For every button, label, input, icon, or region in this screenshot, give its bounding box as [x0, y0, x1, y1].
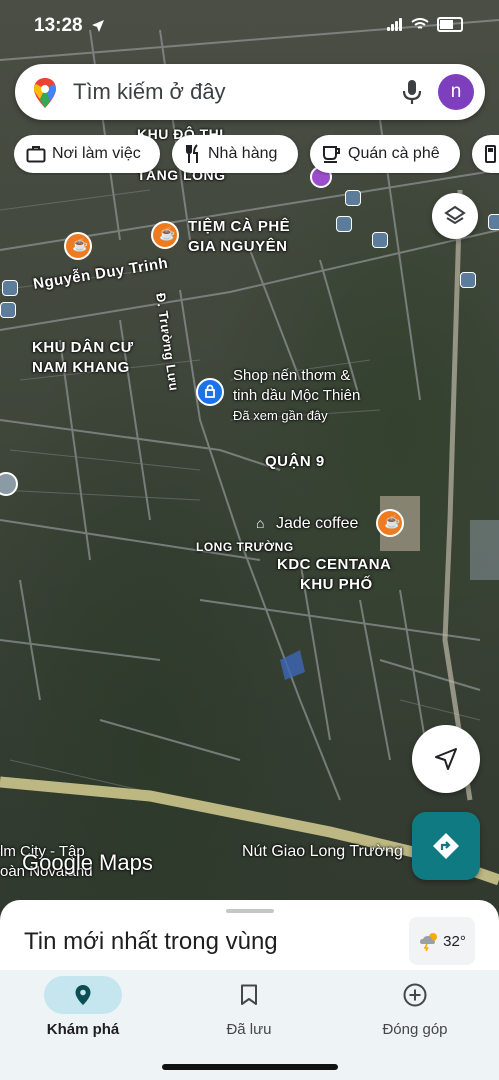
map-label-jade-coffee[interactable]: Jade coffee	[276, 514, 358, 534]
chip-label: Nhà hàng	[208, 145, 278, 162]
thunderstorm-icon	[420, 933, 438, 951]
account-avatar[interactable]: n	[438, 74, 474, 110]
bus-stop-icon[interactable]	[2, 280, 18, 296]
my-location-button[interactable]	[412, 725, 480, 793]
weather-chip[interactable]: 32°	[409, 917, 475, 965]
map-label-nam-khang: NAM KHANG	[32, 359, 130, 376]
add-circle-icon	[403, 983, 427, 1007]
layers-icon	[444, 205, 466, 225]
map-label-long-truong: LONG TRƯỜNG	[196, 540, 294, 554]
home-indicator[interactable]	[162, 1064, 338, 1070]
sheet-title: Tin mới nhất trong vùng	[24, 928, 278, 955]
category-chips: Nơi làm việc Nhà hàng Quán cà phê	[14, 135, 499, 175]
cafe-outline-icon: ⌂	[256, 515, 265, 531]
nav-label: Đã lưu	[226, 1021, 272, 1038]
cafe-pin-icon[interactable]: ☕	[151, 221, 179, 249]
google-maps-watermark: Google Maps	[22, 850, 153, 875]
explore-pin-icon	[75, 985, 91, 1005]
sheet-handle[interactable]	[226, 909, 274, 913]
chip-label: Quán cà phê	[348, 145, 440, 162]
temperature: 32°	[443, 932, 466, 950]
bottom-sheet[interactable]: Tin mới nhất trong vùng 32°	[0, 900, 499, 980]
shop-pin-icon[interactable]	[196, 378, 224, 406]
layers-button[interactable]	[432, 193, 478, 239]
bus-stop-icon[interactable]	[460, 272, 476, 288]
chip-workplace[interactable]: Nơi làm việc	[14, 135, 160, 173]
bus-stop-icon[interactable]	[0, 302, 16, 318]
chip-restaurants[interactable]: Nhà hàng	[172, 135, 298, 173]
map-label-tiem-ca-phe: TIỆM CÀ PHÊ	[188, 218, 291, 235]
chip-gas-stations[interactable]	[472, 135, 499, 173]
bus-stop-icon[interactable]	[488, 214, 499, 230]
coffee-icon	[323, 146, 340, 163]
bus-stop-icon[interactable]	[336, 216, 352, 232]
microphone-icon[interactable]	[400, 78, 424, 106]
google-maps-pin-icon	[34, 78, 56, 108]
cafe-pin-icon[interactable]: ☕	[376, 509, 404, 537]
directions-button[interactable]	[412, 812, 480, 880]
search-input[interactable]: Tìm kiếm ở đây	[73, 79, 226, 105]
location-arrow-icon	[92, 20, 104, 32]
nav-label: Khám phá	[46, 1021, 120, 1038]
navigation-arrow-icon	[435, 748, 457, 770]
map-label-gia-nguyen: GIA NGUYÊN	[188, 238, 288, 255]
chip-coffee-shops[interactable]: Quán cà phê	[310, 135, 460, 173]
chip-label: Nơi làm việc	[52, 145, 141, 162]
map-label-khu-dan-cu: KHU DÂN CƯ	[32, 339, 134, 356]
status-bar: 13:28	[0, 0, 499, 52]
map-label-shop-2[interactable]: tinh dầu Mộc Thiên	[233, 386, 360, 406]
signal-icon	[387, 18, 403, 31]
map-label-nut-giao[interactable]: Nút Giao Long Trường	[242, 842, 403, 862]
nav-label: Đóng góp	[382, 1021, 448, 1038]
bus-stop-icon[interactable]	[345, 190, 361, 206]
cafe-pin-icon[interactable]: ☕	[64, 232, 92, 260]
wifi-icon	[411, 18, 429, 29]
bus-stop-icon[interactable]	[372, 232, 388, 248]
map-label-kdc-centana: KDC CENTANA	[277, 556, 392, 573]
restaurant-icon	[186, 144, 198, 163]
status-time: 13:28	[34, 15, 83, 36]
briefcase-icon	[26, 146, 46, 163]
search-bar[interactable]: Tìm kiếm ở đây n	[15, 64, 485, 120]
directions-icon	[433, 833, 459, 859]
map-label-quan-9: QUẬN 9	[265, 453, 325, 470]
map-label-khu-pho: KHU PHỐ	[300, 576, 373, 593]
map-label-recently-viewed: Đã xem gần đây	[233, 408, 328, 423]
battery-icon	[437, 17, 463, 32]
map-label-shop-1[interactable]: Shop nến thơm &	[233, 366, 350, 386]
gas-station-icon	[485, 145, 496, 163]
bookmark-icon	[241, 984, 257, 1005]
